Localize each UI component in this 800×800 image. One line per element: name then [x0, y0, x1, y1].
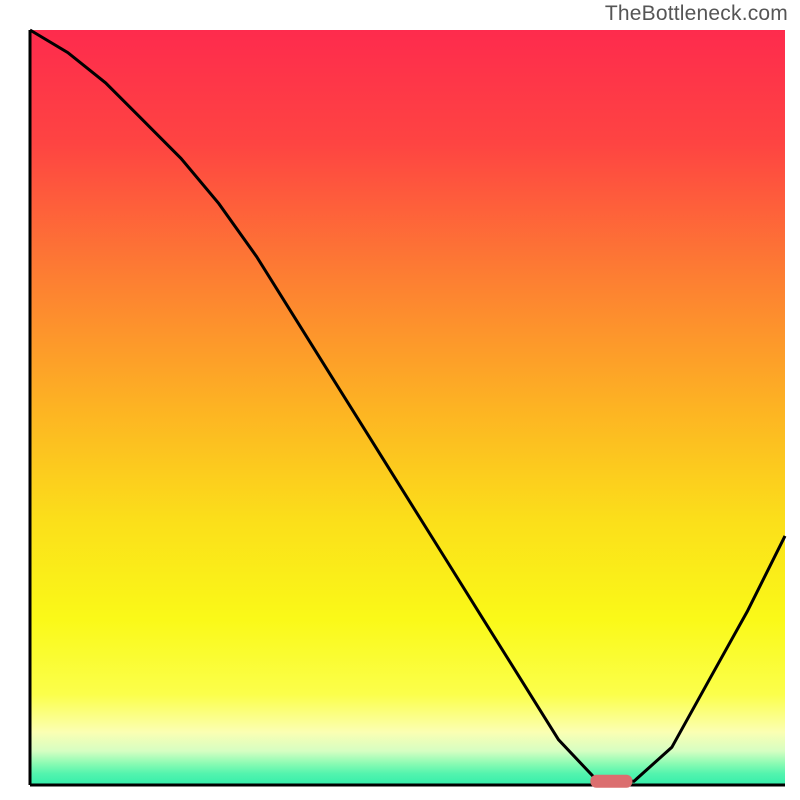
watermark-text: TheBottleneck.com: [605, 2, 788, 26]
plot-background: [30, 30, 785, 785]
optimal-marker: [590, 775, 632, 788]
bottleneck-chart: TheBottleneck.com: [0, 0, 800, 800]
chart-svg: [0, 0, 800, 800]
